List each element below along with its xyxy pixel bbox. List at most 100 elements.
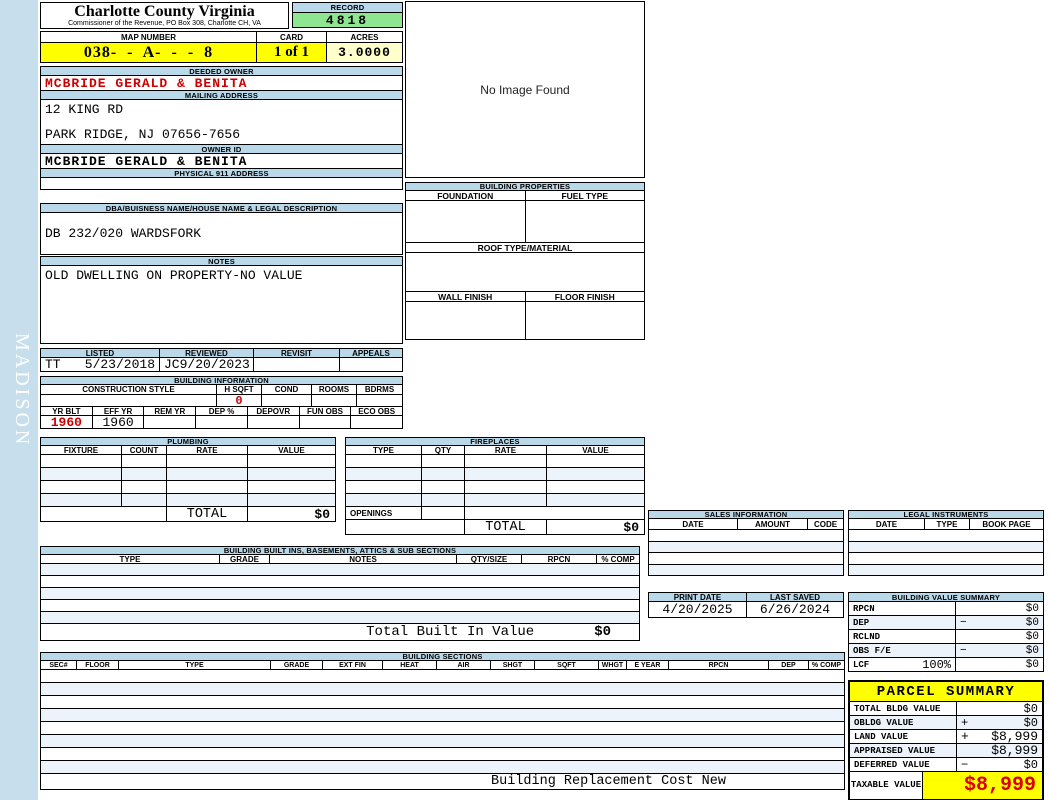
- built-ins-table: BUILDING BUILT INS, BASEMENTS, ATTICS & …: [40, 546, 640, 641]
- parcel-row-deferred: DEFERRED VALUE − $0: [850, 758, 1042, 772]
- legal-col-type: TYPE: [924, 519, 969, 529]
- sections-empty-row: [40, 682, 845, 696]
- owner-block: DEEDED OWNER MCBRIDE GERALD & BENITA MAI…: [40, 66, 403, 190]
- listed-date: 5/23/2018: [84, 358, 155, 371]
- parcel-summary: PARCEL SUMMARY TOTAL BLDG VALUE $0 OBLDG…: [848, 680, 1044, 800]
- funobs-value: [298, 416, 351, 428]
- sections-col-shgt: SHGT: [490, 661, 534, 669]
- parcel-summary-title: PARCEL SUMMARY: [850, 682, 1042, 702]
- legal-col-date: DATE: [875, 519, 898, 529]
- sections-empty-row: [40, 695, 845, 709]
- sections-footer-label: Building Replacement Cost New: [491, 774, 726, 789]
- reviewed-date: 9/20/2023: [179, 358, 250, 371]
- plumbing-col-value: VALUE: [247, 446, 335, 454]
- construction-style-label: CONSTRUCTION STYLE: [82, 385, 175, 394]
- fireplaces-col-qty: QTY: [421, 446, 464, 454]
- fuel-type-label: FUEL TYPE: [524, 191, 645, 200]
- map-card-acres-table: MAP NUMBER CARD ACRES 038- - A- - - 8 1 …: [40, 31, 403, 63]
- plumbing-col-count: COUNT: [121, 446, 166, 454]
- property-record-card: MADISON Charlotte County Virginia Commis…: [0, 0, 1050, 800]
- sections-col-grade: GRADE: [270, 661, 322, 669]
- cond-value: [261, 395, 311, 406]
- fireplaces-col-value: VALUE: [546, 446, 644, 454]
- sections-col-sqft: SQFT: [534, 661, 598, 669]
- legal-col-bookpage: BOOK PAGE: [969, 519, 1043, 529]
- value-summary-row: RCLND $0: [848, 629, 1044, 644]
- depovr-value: [246, 416, 299, 428]
- plumbing-total-value: $0: [247, 507, 335, 521]
- plumbing-empty-row: [40, 454, 336, 468]
- sections-empty-row: [40, 669, 845, 683]
- dep-pct-value: [195, 416, 247, 428]
- remyr-label: REM YR: [143, 407, 195, 415]
- sections-col-extfin: EXT FIN: [322, 661, 382, 669]
- building-properties: BUILDING PROPERTIES FOUNDATION FUEL TYPE…: [405, 182, 645, 340]
- reviewed-value: JC 9/20/2023: [159, 358, 253, 371]
- parcel-row-taxable: TAXABLE VALUE $8,999: [850, 772, 1042, 799]
- sales-col-date: DATE: [682, 519, 704, 529]
- sales-information-table: SALES INFORMATION DATE AMOUNT CODE: [648, 510, 844, 576]
- hsqft-label: H SQFT: [216, 385, 261, 394]
- sections-empty-row: [40, 734, 845, 748]
- value-summary-row: OBS F/E − $0: [848, 643, 1044, 658]
- visits-table: LISTED REVIEWED REVISIT APPEALS TT 5/23/…: [40, 348, 403, 372]
- floor-finish-label: FLOOR FINISH: [524, 292, 645, 301]
- rooms-value: [311, 395, 356, 406]
- reviewed-label: REVIEWED: [159, 349, 253, 357]
- fireplaces-openings-label: OPENINGS: [350, 508, 393, 518]
- built-ins-col-comp: % COMP: [596, 555, 639, 563]
- ecoobs-label: ECO OBS: [350, 407, 402, 415]
- parcel-row-obldg: OBLDG VALUE + $0: [850, 716, 1042, 730]
- notes-box: OLD DWELLING ON PROPERTY-NO VALUE: [40, 265, 403, 344]
- roof-label: ROOF TYPE/MATERIAL: [477, 243, 573, 252]
- cond-label: COND: [261, 385, 311, 394]
- fireplaces-empty-row: [345, 454, 645, 468]
- ecoobs-value: [350, 416, 402, 428]
- plumbing-col-fixture: FIXTURE: [63, 446, 99, 454]
- sections-empty-row: [40, 721, 845, 735]
- listed-value: TT 5/23/2018: [41, 358, 159, 371]
- floor-finish-value: [524, 302, 645, 339]
- appeals-value: [339, 358, 402, 371]
- built-ins-col-type: TYPE: [119, 555, 141, 563]
- notes-value: OLD DWELLING ON PROPERTY-NO VALUE: [45, 268, 303, 283]
- depovr-label: DEPOVR: [246, 407, 299, 415]
- acres-value: 3.0000: [326, 43, 402, 62]
- rooms-label: ROOMS: [311, 385, 356, 394]
- sales-col-code: CODE: [807, 519, 843, 529]
- foundation-value: [406, 201, 525, 242]
- fireplaces-col-rate: RATE: [464, 446, 546, 454]
- county-subtitle: Commissioner of the Revenue, PO Box 308,…: [68, 20, 261, 27]
- sales-empty-row: [648, 563, 844, 576]
- bdrms-label: BDRMS: [356, 385, 402, 394]
- roof-value: [405, 252, 645, 292]
- revisit-label: REVISIT: [253, 349, 339, 357]
- no-image-text: No Image Found: [480, 82, 570, 97]
- value-summary-row-lcf: LCF 100% $0: [848, 657, 1044, 672]
- foundation-label: FOUNDATION: [437, 191, 494, 200]
- effyr-label: EFF YR: [91, 407, 144, 415]
- built-ins-total-value: $0: [594, 624, 611, 640]
- building-value-summary: BUILDING VALUE SUMMARY RPCN $0 DEP − $0 R…: [848, 592, 1044, 672]
- print-date-block: PRINT DATE LAST SAVED 4/20/2025 6/26/202…: [648, 592, 844, 618]
- county-header: Charlotte County Virginia Commissioner o…: [40, 2, 289, 29]
- revisit-value: [253, 358, 339, 371]
- dba-block: DBA/BUISNESS NAME/HOUSE NAME & LEGAL DES…: [40, 203, 403, 255]
- plumbing-empty-row: [40, 493, 336, 507]
- map-number-label: MAP NUMBER: [121, 32, 176, 42]
- fireplaces-total-value: $0: [546, 520, 644, 534]
- legal-empty-row: [848, 563, 1044, 576]
- last-saved-value: 6/26/2024: [746, 602, 843, 617]
- sections-col-floor: FLOOR: [76, 661, 118, 669]
- sections-col-sec: SEC#: [49, 661, 68, 669]
- notes-block: NOTES OLD DWELLING ON PROPERTY-NO VALUE: [40, 256, 403, 344]
- value-summary-row: RPCN $0: [848, 601, 1044, 616]
- reviewed-initials: JC: [164, 358, 180, 371]
- last-saved-label: LAST SAVED: [746, 593, 843, 601]
- wall-finish-value: [406, 302, 525, 339]
- left-margin-strip: MADISON: [0, 0, 38, 800]
- sections-col-type: TYPE: [118, 661, 270, 669]
- property-photo-panel: No Image Found: [405, 1, 645, 178]
- print-date-value: 4/20/2025: [662, 602, 733, 617]
- yrblt-label: YR BLT: [52, 407, 81, 415]
